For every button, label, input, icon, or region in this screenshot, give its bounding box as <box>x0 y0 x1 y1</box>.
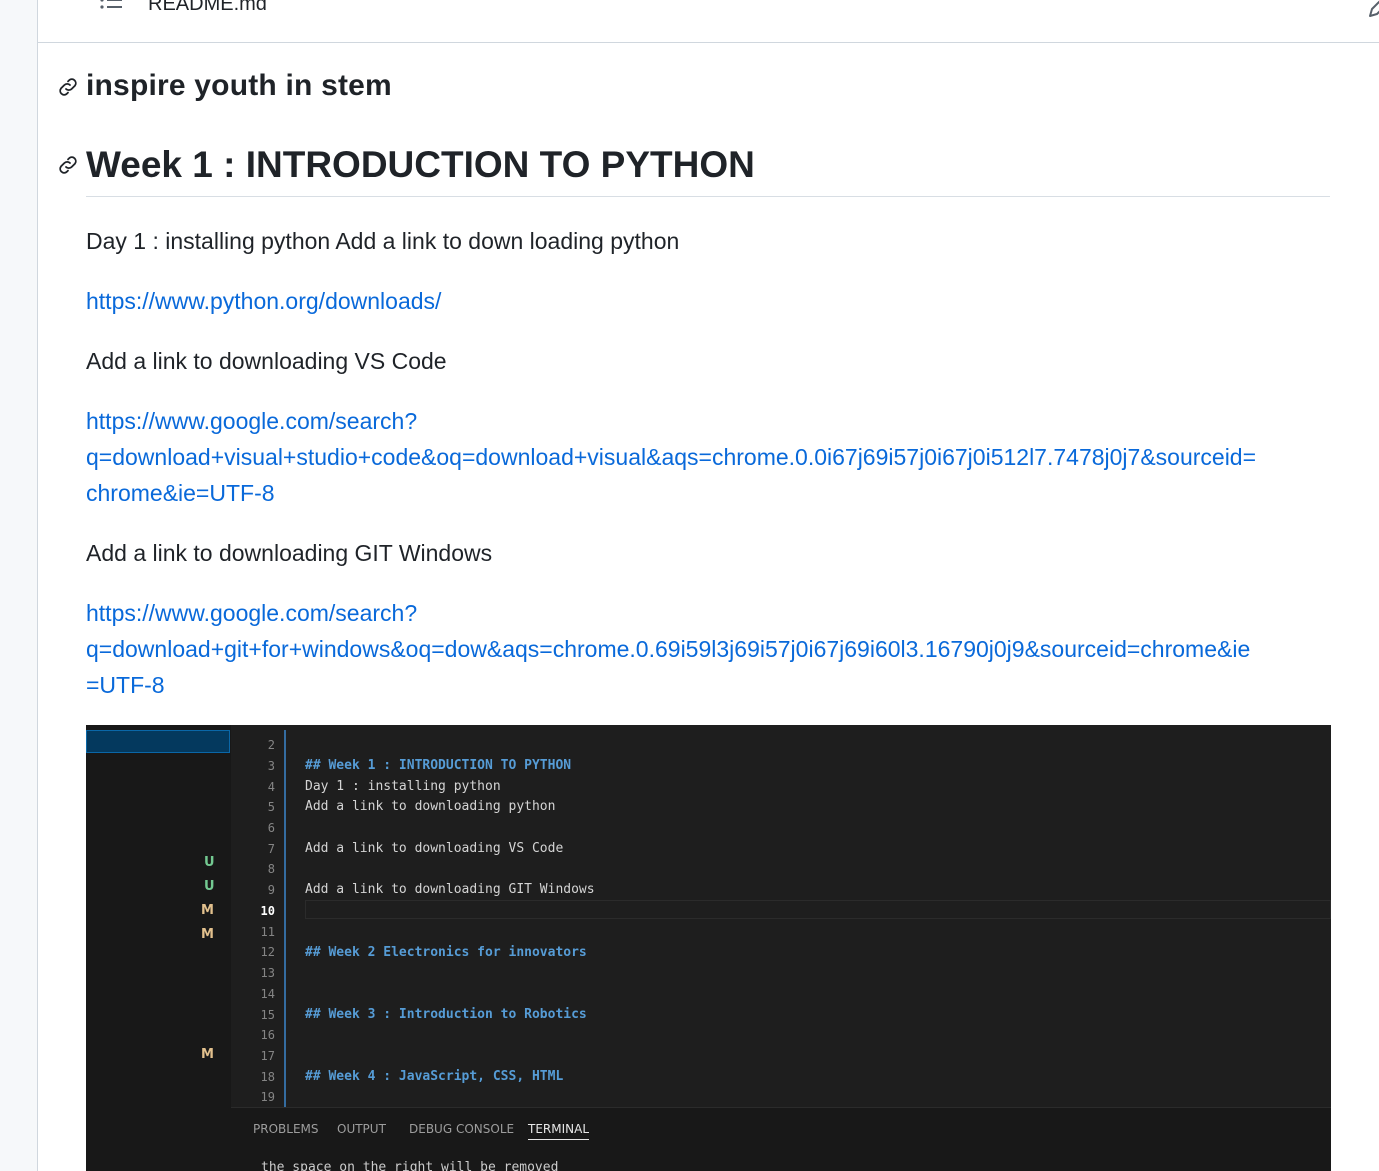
code-line-15: ## Week 3 : Introduction to Robotics <box>305 1007 587 1022</box>
link-git-download[interactable]: https://www.google.com/search? q=downloa… <box>86 595 1336 703</box>
code-line-4: Day 1 : installing python <box>305 779 501 794</box>
paragraph-git: Add a link to downloading GIT Windows <box>86 540 493 566</box>
explorer-selected-item <box>86 730 230 753</box>
heading-divider <box>86 196 1330 197</box>
line-number-active: 10 <box>260 904 275 918</box>
code-line-12: ## Week 2 Electronics for innovators <box>305 945 587 960</box>
vscode-screenshot-image: U U M M M 2 3 4 5 6 7 8 9 10 11 12 13 14… <box>86 725 1331 1171</box>
list-unordered-icon[interactable] <box>98 0 126 20</box>
link-vscode-line-1[interactable]: https://www.google.com/search? <box>86 403 1336 439</box>
line-number: 5 <box>267 800 275 814</box>
heading-week-1: Week 1 : INTRODUCTION TO PYTHON <box>86 144 755 185</box>
line-number: 14 <box>260 987 275 1001</box>
line-number: 4 <box>267 780 275 794</box>
explorer-panel: U U M M M <box>86 725 231 1171</box>
line-number: 3 <box>267 759 275 773</box>
paragraph-vscode: Add a link to downloading VS Code <box>86 348 447 374</box>
tab-terminal: TERMINAL <box>528 1122 590 1140</box>
line-number: 16 <box>260 1028 275 1042</box>
link-vscode-line-2[interactable]: q=download+visual+studio+code&oq=downloa… <box>86 439 1336 475</box>
line-number: 17 <box>260 1049 275 1063</box>
terminal-output: the space on the right will be removed <box>261 1160 559 1171</box>
line-number: 7 <box>267 842 275 856</box>
line-number: 19 <box>260 1090 275 1104</box>
code-line-5: Add a link to downloading python <box>305 799 556 814</box>
line-number: 12 <box>260 945 275 959</box>
link-vscode-line-3[interactable]: chrome&ie=UTF-8 <box>86 475 1336 511</box>
paragraph-day-1: Day 1 : installing python Add a link to … <box>86 228 680 254</box>
code-line-9: Add a link to downloading GIT Windows <box>305 882 595 897</box>
git-status-badge: M <box>201 927 214 942</box>
tab-problems: PROBLEMS <box>253 1122 319 1136</box>
link-icon[interactable] <box>56 153 80 177</box>
tab-debug-console: DEBUG CONSOLE <box>409 1122 515 1136</box>
code-editor: 2 3 4 5 6 7 8 9 10 11 12 13 14 15 16 17 … <box>231 725 1331 1107</box>
file-name: README.md <box>148 0 267 15</box>
line-number: 13 <box>260 966 275 980</box>
git-status-badge: U <box>204 855 215 870</box>
link-vscode-download[interactable]: https://www.google.com/search? q=downloa… <box>86 403 1336 511</box>
link-git-line-1[interactable]: https://www.google.com/search? <box>86 595 1336 631</box>
code-line-3: ## Week 1 : INTRODUCTION TO PYTHON <box>305 758 572 773</box>
link-python-downloads[interactable]: https://www.python.org/downloads/ <box>86 283 1336 319</box>
line-number: 2 <box>267 738 275 752</box>
line-number: 11 <box>260 925 275 939</box>
line-number: 8 <box>267 862 275 876</box>
left-rail <box>0 0 38 1171</box>
file-header: README.md <box>38 0 1379 43</box>
line-number: 18 <box>260 1070 275 1084</box>
link-git-line-2[interactable]: q=download+git+for+windows&oq=dow&aqs=ch… <box>86 631 1336 667</box>
code-line-7: Add a link to downloading VS Code <box>305 841 564 856</box>
git-status-badge: M <box>201 1047 214 1062</box>
line-number: 15 <box>260 1008 275 1022</box>
git-status-badge: U <box>204 879 215 894</box>
line-number: 9 <box>267 883 275 897</box>
link-python-text[interactable]: https://www.python.org/downloads/ <box>86 283 1336 319</box>
current-line-highlight <box>305 900 1331 919</box>
git-status-badge: M <box>201 903 214 918</box>
code-line-18: ## Week 4 : JavaScript, CSS, HTML <box>305 1069 564 1084</box>
tab-output: OUTPUT <box>337 1122 386 1136</box>
heading-inspire-youth: inspire youth in stem <box>86 69 392 102</box>
link-icon[interactable] <box>56 75 80 99</box>
bottom-panel: PROBLEMS OUTPUT DEBUG CONSOLE TERMINAL t… <box>231 1107 1331 1171</box>
link-git-line-3[interactable]: =UTF-8 <box>86 667 1336 703</box>
line-number: 6 <box>267 821 275 835</box>
pencil-icon[interactable] <box>1366 0 1379 20</box>
editor-gutter-indicator <box>284 730 286 1107</box>
